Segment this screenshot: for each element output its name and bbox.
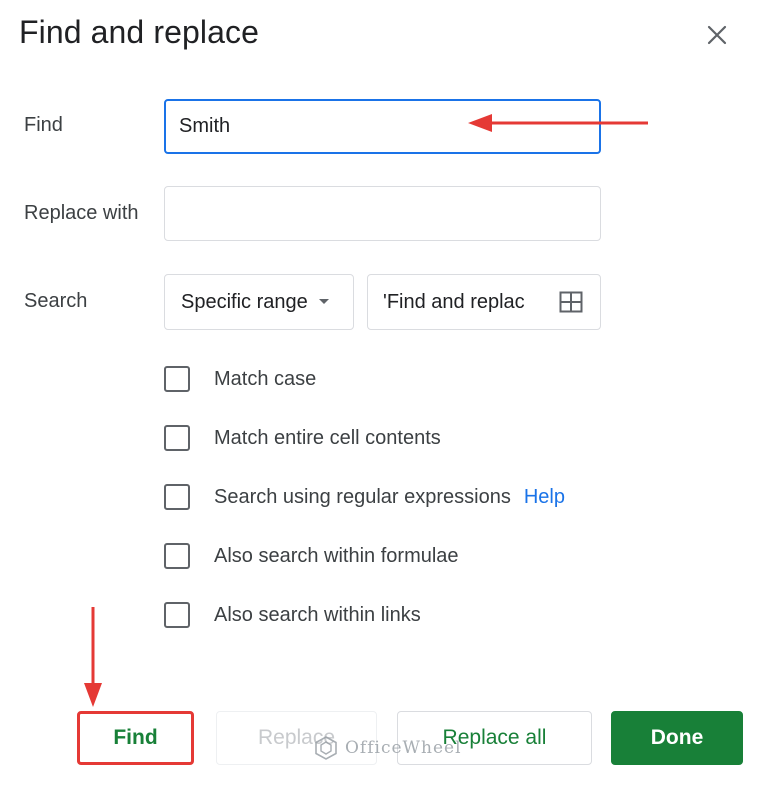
done-button[interactable]: Done	[611, 711, 743, 765]
close-button[interactable]	[700, 18, 734, 52]
regex-checkbox[interactable]	[164, 484, 190, 510]
watermark-logo-icon	[315, 736, 337, 760]
dialog-title: Find and replace	[19, 14, 259, 50]
formulae-label: Also search within formulae	[214, 544, 459, 567]
grid-icon[interactable]	[559, 291, 583, 313]
match-entire-cell-label: Match entire cell contents	[214, 426, 441, 449]
range-input[interactable]: 'Find and replac	[367, 274, 601, 330]
search-label: Search	[24, 290, 88, 312]
find-input[interactable]	[164, 99, 601, 154]
option-formulae: Also search within formulae	[164, 540, 459, 572]
formulae-checkbox[interactable]	[164, 543, 190, 569]
option-match-entire-cell: Match entire cell contents	[164, 422, 441, 454]
help-link[interactable]: Help	[524, 486, 565, 509]
watermark: OfficeWheel	[313, 735, 462, 761]
range-value: 'Find and replac	[383, 290, 525, 313]
match-case-label: Match case	[214, 367, 317, 390]
match-entire-cell-checkbox[interactable]	[164, 425, 190, 451]
links-checkbox[interactable]	[164, 602, 190, 628]
search-scope-select[interactable]: Specific range	[164, 274, 354, 330]
search-scope-value: Specific range	[181, 290, 308, 313]
find-and-replace-dialog: Find and replace Find Replace with Searc…	[0, 0, 768, 788]
links-label: Also search within links	[214, 603, 421, 626]
annotation-arrow-find-button	[84, 607, 102, 707]
option-match-case: Match case	[164, 363, 316, 395]
find-button[interactable]: Find	[77, 711, 194, 765]
replace-input[interactable]	[164, 186, 601, 241]
match-case-checkbox[interactable]	[164, 366, 190, 392]
dropdown-arrow-icon	[318, 299, 329, 304]
close-icon	[707, 25, 727, 45]
watermark-text: OfficeWheel	[345, 738, 462, 758]
find-label: Find	[24, 114, 63, 136]
regex-label: Search using regular expressions	[214, 485, 511, 508]
option-regex: Search using regular expressions Help	[164, 481, 565, 513]
replace-label: Replace with	[24, 202, 139, 224]
option-links: Also search within links	[164, 599, 421, 631]
